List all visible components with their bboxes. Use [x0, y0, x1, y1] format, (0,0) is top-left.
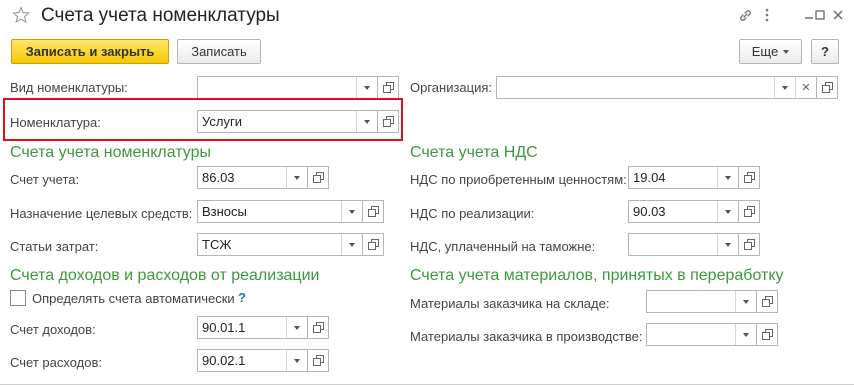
close-icon[interactable] [830, 7, 846, 23]
open-icon[interactable] [363, 233, 384, 256]
materials-warehouse-field[interactable] [646, 290, 757, 313]
chevron-down-icon[interactable] [286, 350, 307, 371]
expense-account-field[interactable]: 90.02.1 [197, 349, 308, 372]
nom-value: Услуги [202, 114, 242, 129]
save-and-close-button[interactable]: Записать и закрыть [11, 39, 169, 64]
open-icon[interactable] [757, 290, 778, 313]
materials-warehouse-label: Материалы заказчика на складе: [410, 296, 610, 311]
account-value: 86.03 [202, 170, 235, 185]
chevron-down-icon[interactable] [735, 324, 756, 345]
chevron-down-icon[interactable] [717, 167, 738, 188]
vat-acquired-field[interactable]: 19.04 [628, 166, 739, 189]
more-label: Еще [751, 44, 779, 59]
open-icon[interactable] [757, 323, 778, 346]
vat-sales-field[interactable]: 90.03 [628, 200, 739, 223]
purpose-value: Взносы [202, 204, 247, 219]
materials-production-label: Материалы заказчика в производстве: [410, 329, 643, 344]
expense-account-label: Счет расходов: [10, 355, 102, 370]
chevron-down-icon[interactable] [356, 77, 377, 98]
maximize-icon[interactable] [812, 7, 828, 23]
link-icon[interactable] [737, 7, 753, 23]
more-button[interactable]: Еще [739, 39, 802, 64]
account-label: Счет учета: [10, 172, 80, 187]
open-icon[interactable] [308, 166, 329, 189]
chevron-down-icon [783, 49, 790, 54]
chevron-down-icon[interactable] [286, 167, 307, 188]
open-icon[interactable] [378, 76, 399, 99]
purpose-field[interactable]: Взносы [197, 200, 363, 223]
vat-sales-label: НДС по реализации: [410, 206, 535, 221]
open-icon[interactable] [308, 349, 329, 372]
vid-value [198, 77, 356, 98]
open-icon[interactable] [739, 233, 760, 256]
materials-production-value [647, 324, 735, 345]
org-field[interactable]: ✕ [496, 76, 817, 99]
save-button[interactable]: Записать [177, 39, 261, 64]
income-account-label: Счет доходов: [10, 322, 96, 337]
help-button[interactable]: ? [811, 39, 839, 64]
vid-field[interactable] [197, 76, 378, 99]
nom-label: Номенклатура: [10, 115, 101, 130]
vat-sales-value: 90.03 [633, 204, 666, 219]
materials-warehouse-value [647, 291, 735, 312]
costs-label: Статьи затрат: [10, 239, 99, 254]
auto-accounts-label: Определять счета автоматически [32, 291, 235, 306]
open-icon[interactable] [363, 200, 384, 223]
vid-label: Вид номенклатуры: [10, 80, 128, 95]
materials-production-field[interactable] [646, 323, 757, 346]
vat-customs-label: НДС, уплаченный на таможне: [410, 239, 596, 254]
income-section-title: Счета доходов и расходов от реализации [10, 267, 320, 284]
auto-accounts-checkbox[interactable] [10, 290, 26, 306]
open-icon[interactable] [739, 200, 760, 223]
window-title: Счета учета номенклатуры [41, 5, 280, 26]
clear-icon[interactable]: ✕ [795, 77, 816, 98]
vat-customs-value [629, 234, 717, 255]
purpose-label: Назначение целевых средств: [10, 206, 193, 221]
chevron-down-icon[interactable] [356, 111, 377, 132]
chevron-down-icon[interactable] [717, 201, 738, 222]
vat-customs-field[interactable] [628, 233, 739, 256]
vat-section-title: Счета учета НДС [410, 144, 538, 161]
nom-field[interactable]: Услуги [197, 110, 378, 133]
open-icon[interactable] [308, 316, 329, 339]
chevron-down-icon[interactable] [717, 234, 738, 255]
help-icon[interactable]: ? [238, 290, 246, 305]
chevron-down-icon[interactable] [341, 201, 362, 222]
materials-section-title: Счета учета материалов, принятых в перер… [410, 267, 784, 284]
chevron-down-icon[interactable] [735, 291, 756, 312]
account-field[interactable]: 86.03 [197, 166, 308, 189]
bottom-divider [0, 384, 854, 385]
costs-field[interactable]: ТСЖ [197, 233, 363, 256]
vat-acquired-label: НДС по приобретенным ценностям: [410, 172, 627, 187]
org-label: Организация: [410, 80, 493, 95]
accounts-section-title: Счета учета номенклатуры [10, 144, 212, 161]
expense-account-value: 90.02.1 [202, 353, 246, 368]
open-icon[interactable] [739, 166, 760, 189]
open-icon[interactable] [378, 110, 399, 133]
income-account-value: 90.01.1 [202, 320, 246, 335]
chevron-down-icon[interactable] [341, 234, 362, 255]
chevron-down-icon[interactable] [774, 77, 795, 98]
costs-value: ТСЖ [202, 237, 232, 252]
more-icon[interactable] [759, 7, 775, 23]
income-account-field[interactable]: 90.01.1 [197, 316, 308, 339]
vat-acquired-value: 19.04 [633, 170, 666, 185]
open-icon[interactable] [817, 76, 838, 99]
org-value [497, 77, 774, 98]
chevron-down-icon[interactable] [286, 317, 307, 338]
star-icon[interactable] [12, 6, 30, 24]
